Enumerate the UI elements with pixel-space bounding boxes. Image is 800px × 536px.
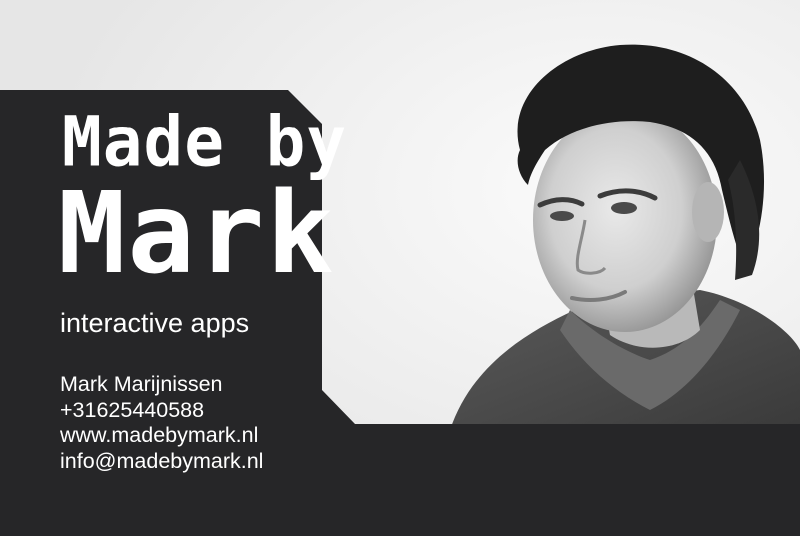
contact-phone: +31625440588 bbox=[60, 397, 205, 422]
tagline: interactive apps bbox=[60, 308, 250, 338]
business-card: Made by Mark interactive apps Mark Marij… bbox=[0, 0, 800, 536]
logo-mark: Mark bbox=[58, 169, 336, 299]
contact-name: Mark Marijnissen bbox=[60, 372, 223, 396]
contact-info: Mark Marijnissen +31625440588 www.madeby… bbox=[60, 372, 263, 474]
contact-email: info@madebymark.nl bbox=[60, 448, 264, 473]
contact-website: www.madebymark.nl bbox=[60, 423, 259, 447]
logo-made-by: Made by bbox=[62, 101, 348, 183]
